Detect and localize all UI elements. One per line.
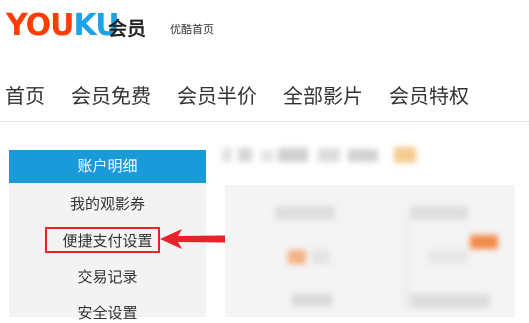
main-nav: 首页 会员免费 会员半价 全部影片 会员特权 [0, 80, 495, 109]
nav-item-member-free[interactable]: 会员免费 [71, 80, 151, 109]
youku-logo[interactable]: YOUKU [6, 8, 120, 43]
annotation-highlight-box [45, 227, 160, 253]
nav-item-all-films[interactable]: 全部影片 [283, 80, 363, 109]
nav-item-home[interactable]: 首页 [5, 80, 45, 109]
sidebar-item-security-settings[interactable]: 安全设置 [9, 302, 206, 323]
nav-item-member-privileges[interactable]: 会员特权 [389, 80, 469, 109]
logo-text-you: YOU [6, 8, 75, 43]
sidebar-item-account-details[interactable]: 账户明细 [9, 150, 206, 183]
nav-item-member-half-price[interactable]: 会员半价 [177, 80, 257, 109]
sidebar-item-transactions[interactable]: 交易记录 [9, 266, 206, 287]
member-label: 会员 [108, 18, 147, 40]
nav-divider [0, 121, 529, 122]
sidebar-item-my-vouchers[interactable]: 我的观影券 [9, 193, 206, 214]
youku-home-link[interactable]: 优酷首页 [170, 21, 214, 37]
